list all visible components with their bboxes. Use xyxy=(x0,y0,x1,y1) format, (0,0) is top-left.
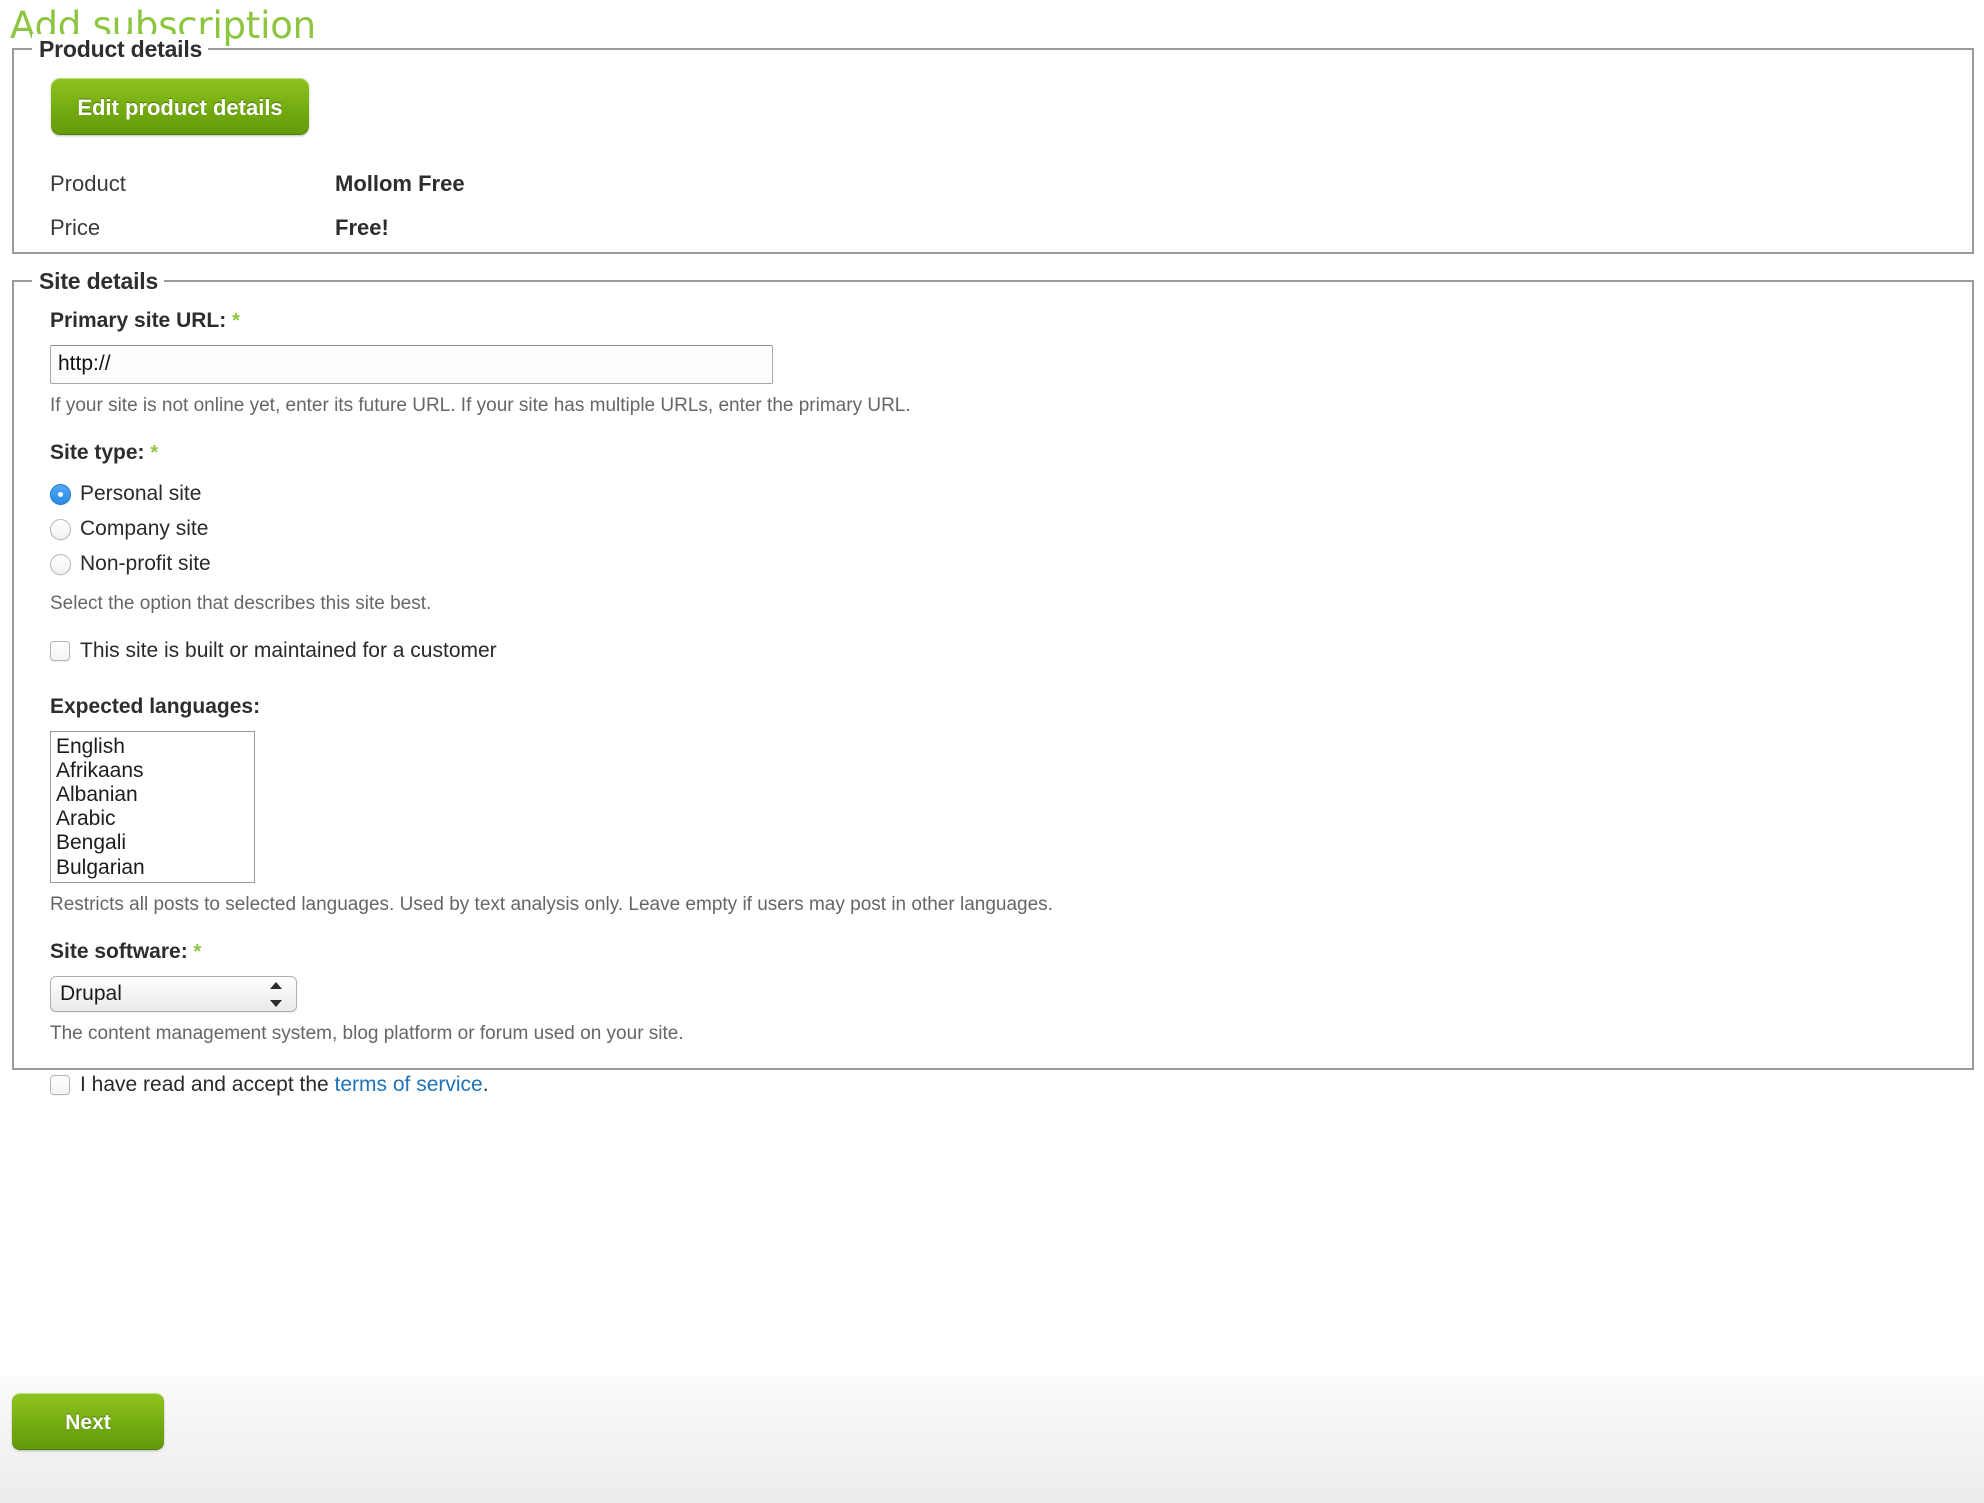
select-stepper-icon[interactable] xyxy=(270,981,282,1007)
product-row-key: Product xyxy=(50,170,126,196)
site-type-description: Select the option that describes this si… xyxy=(50,592,432,614)
site-type-form-item: Site type: * Personal site Company site … xyxy=(50,438,1936,618)
terms-label: I have read and accept the terms of serv… xyxy=(80,1070,489,1100)
required-marker-icon: * xyxy=(150,441,159,464)
expected-languages-form-item: Expected languages: English Afrikaans Al… xyxy=(50,692,1936,919)
expected-languages-description: Restricts all posts to selected language… xyxy=(50,893,1053,915)
site-software-select[interactable]: Drupal xyxy=(50,975,297,1012)
product-row-value: Free! xyxy=(335,214,389,240)
page-title: Add subscription xyxy=(10,4,316,47)
site-details-legend: Site details xyxy=(32,266,165,296)
required-marker-icon: * xyxy=(193,940,202,963)
primary-site-url-description: If your site is not online yet, enter it… xyxy=(50,394,911,416)
language-option[interactable]: Bengali xyxy=(51,831,254,855)
terms-text-after: . xyxy=(482,1072,489,1096)
radio-selected-icon[interactable] xyxy=(50,483,71,505)
product-row-key: Price xyxy=(50,214,101,240)
primary-site-url-form-item: Primary site URL: * If your site is not … xyxy=(50,306,1936,420)
checkbox-unchecked-icon[interactable] xyxy=(50,640,70,661)
product-details-legend: Product details xyxy=(32,34,209,64)
site-type-radio-label: Non-profit site xyxy=(80,552,211,576)
terms-checkbox-row[interactable]: I have read and accept the terms of serv… xyxy=(50,1070,1936,1100)
customer-checkbox-label: This site is built or maintained for a c… xyxy=(80,638,497,662)
site-type-radio-personal[interactable]: Personal site xyxy=(50,477,1936,512)
terms-of-service-link[interactable]: terms of service xyxy=(335,1073,483,1096)
site-type-radio-group: Personal site Company site Non-profit si… xyxy=(50,477,1936,582)
primary-site-url-input[interactable] xyxy=(50,344,773,384)
product-details-body: Edit product details Product Mollom Free… xyxy=(26,56,1960,274)
radio-unselected-icon[interactable] xyxy=(50,518,71,540)
next-button[interactable]: Next xyxy=(12,1393,164,1450)
expected-languages-listbox[interactable]: English Afrikaans Albanian Arabic Bengal… xyxy=(50,730,255,883)
product-row: Price Free! xyxy=(50,206,1936,250)
site-software-selected-value: Drupal xyxy=(60,981,122,1005)
chevron-down-icon xyxy=(270,999,282,1007)
product-summary-list: Product Mollom Free Price Free! xyxy=(50,162,1936,250)
language-option[interactable]: Arabic xyxy=(51,807,254,831)
language-option[interactable]: Albanian xyxy=(51,783,254,807)
primary-site-url-label-text: Primary site URL: xyxy=(50,308,227,332)
required-marker-icon: * xyxy=(232,309,240,332)
checkbox-unchecked-icon[interactable] xyxy=(50,1074,70,1095)
form-actions-bar: Next xyxy=(0,1376,1984,1503)
product-row: Product Mollom Free xyxy=(50,162,1936,206)
site-details-fieldset: Site details Primary site URL: * If your… xyxy=(12,266,1974,1096)
expected-languages-label: Expected languages: xyxy=(50,694,261,718)
site-type-label: Site type: * xyxy=(50,438,1936,468)
site-software-label-text: Site software: xyxy=(50,939,188,963)
language-option[interactable]: Bulgarian xyxy=(51,856,254,880)
site-type-radio-company[interactable]: Company site xyxy=(50,512,1936,547)
site-type-radio-label: Personal site xyxy=(80,482,202,506)
product-row-value: Mollom Free xyxy=(335,170,465,196)
chevron-up-icon xyxy=(270,981,282,989)
site-type-label-text: Site type: xyxy=(50,440,145,464)
site-type-radio-nonprofit[interactable]: Non-profit site xyxy=(50,547,1936,582)
language-option[interactable]: Afrikaans xyxy=(51,759,254,783)
site-software-label: Site software: * xyxy=(50,937,1936,967)
radio-unselected-icon[interactable] xyxy=(50,553,71,575)
site-type-radio-label: Company site xyxy=(80,517,209,541)
site-software-form-item: Site software: * Drupal The content mana… xyxy=(50,937,1936,1048)
product-details-fieldset: Product details Edit product details Pro… xyxy=(12,34,1974,254)
edit-product-details-button[interactable]: Edit product details xyxy=(51,77,309,135)
language-option[interactable]: English xyxy=(51,735,254,759)
site-software-description: The content management system, blog plat… xyxy=(50,1022,684,1044)
customer-checkbox-row[interactable]: This site is built or maintained for a c… xyxy=(50,636,1936,666)
site-details-body: Primary site URL: * If your site is not … xyxy=(26,288,1960,1124)
primary-site-url-label: Primary site URL: * xyxy=(50,306,1936,336)
terms-text-before: I have read and accept the xyxy=(80,1072,335,1096)
